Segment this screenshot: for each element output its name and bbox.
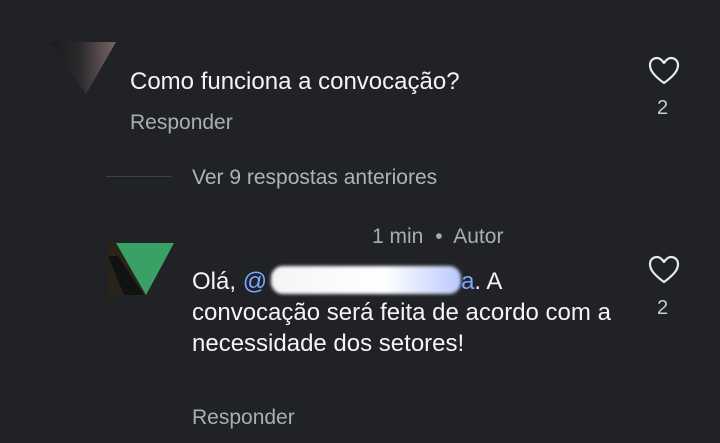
comment-greeting: Olá, (192, 268, 237, 295)
user-mention-link[interactable]: @ a (242, 266, 475, 297)
like-count: 2 (657, 297, 669, 319)
mention-at-symbol: @ (242, 268, 268, 295)
comment-meta: 1 min • Autor (372, 224, 503, 250)
like-count: 2 (657, 97, 669, 119)
avatar[interactable] (34, 38, 116, 94)
heart-outline-icon (648, 255, 680, 284)
meta-separator: • (435, 225, 443, 248)
reply-button[interactable]: Responder (130, 110, 233, 136)
like-button[interactable] (648, 255, 680, 285)
view-previous-replies-link[interactable]: Ver 9 respostas anteriores (192, 165, 437, 191)
redacted-username (271, 266, 462, 294)
mention-suffix: a (461, 268, 475, 295)
comment-text: Olá, @ a. A convocação será feita de acor… (192, 266, 622, 359)
like-button[interactable] (648, 56, 680, 86)
heart-outline-icon (648, 56, 680, 85)
avatar[interactable] (106, 240, 176, 295)
comment-text: Como funciona a convocação? (130, 68, 460, 95)
avatar-image (50, 42, 116, 94)
thread-divider (106, 176, 172, 177)
author-badge: Autor (453, 225, 504, 248)
comment-time: 1 min (372, 225, 424, 248)
avatar-image (108, 242, 174, 295)
reply-button[interactable]: Responder (192, 405, 295, 431)
